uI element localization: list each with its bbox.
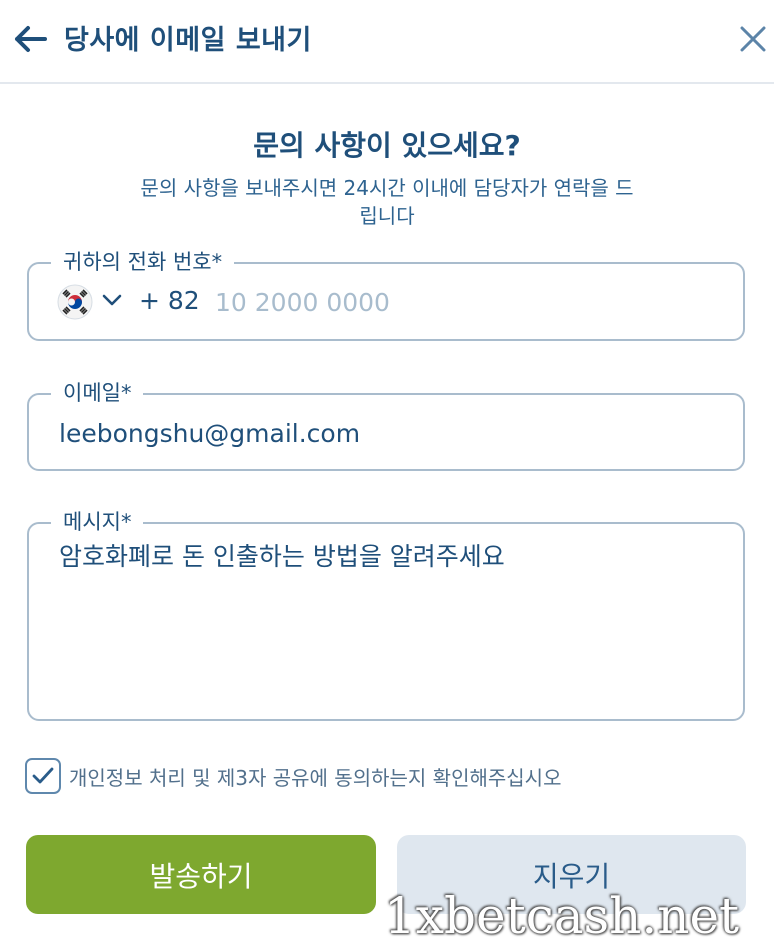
close-icon[interactable]	[738, 24, 768, 54]
dialog-title: 당사에 이메일 보내기	[64, 25, 312, 56]
checkmark-icon	[32, 767, 54, 784]
page-headline: 문의 사항이 있으세요?	[253, 129, 521, 162]
south-korea-flag-icon[interactable]	[57, 284, 93, 320]
message-field: 메시지* 암호화폐로 돈 인출하는 방법을 알려주세요	[27, 508, 745, 721]
consent-checkbox[interactable]	[25, 758, 61, 794]
phone-field: 귀하의 전화 번호* + 82	[27, 248, 745, 341]
page-subtitle: 문의 사항을 보내주시면 24시간 이내에 담당자가 연락을 드립니다	[140, 176, 634, 228]
clear-button[interactable]: 지우기	[397, 835, 746, 914]
consent-text: 개인정보 처리 및 제3자 공유에 동의하는지 확인해주십시오	[69, 766, 562, 790]
arrow-left-icon[interactable]	[14, 24, 48, 54]
send-button[interactable]: 발송하기	[26, 835, 376, 914]
country-code: + 82	[139, 286, 200, 315]
email-input[interactable]	[59, 411, 719, 455]
message-label: 메시지*	[51, 508, 144, 536]
message-input[interactable]: 암호화폐로 돈 인출하는 방법을 알려주세요	[59, 540, 719, 705]
email-field: 이메일*	[27, 379, 745, 471]
dialog-header: 당사에 이메일 보내기	[0, 0, 774, 84]
phone-label: 귀하의 전화 번호*	[51, 248, 235, 276]
chevron-down-icon[interactable]	[101, 292, 123, 308]
consent-row: 개인정보 처리 및 제3자 공유에 동의하는지 확인해주십시오	[25, 758, 745, 796]
phone-input[interactable]	[215, 280, 715, 324]
email-label: 이메일*	[51, 379, 144, 407]
